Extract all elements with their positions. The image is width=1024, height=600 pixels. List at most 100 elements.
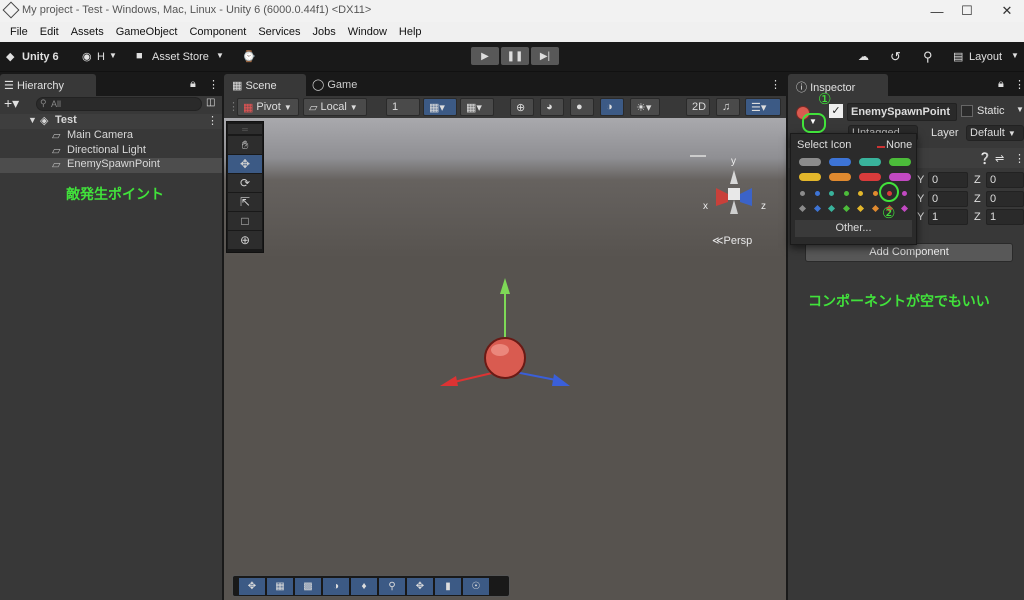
label-icon-option[interactable]	[889, 158, 911, 166]
dot-icon-option[interactable]	[856, 204, 865, 213]
rotation-z-field[interactable]: 0	[986, 191, 1024, 207]
none-option[interactable]: None	[886, 139, 912, 151]
menu-gameobject[interactable]: GameObject	[110, 26, 184, 38]
rect-tool-icon[interactable]: □	[228, 212, 262, 230]
scene-row[interactable]: ▼ ◈ Test ⋮	[0, 114, 222, 129]
scene-more-icon[interactable]: ⋮	[207, 114, 218, 127]
dot-icon-option[interactable]	[798, 204, 807, 213]
scale-y-field[interactable]: 1	[928, 209, 968, 225]
tab-inspector[interactable]: ⓘ Inspector	[788, 74, 888, 96]
grid-toggle-button[interactable]: ▦▾	[423, 98, 457, 116]
preset-icon[interactable]: ⇌	[995, 152, 1004, 165]
position-z-field[interactable]: 0	[986, 172, 1024, 188]
dot-icon-option[interactable]	[798, 189, 807, 198]
step-button[interactable]: ▶|	[531, 47, 559, 65]
hierarchy-item-main-camera[interactable]: ▱ Main Camera	[0, 129, 222, 144]
label-icon-option[interactable]	[799, 158, 821, 166]
pause-button[interactable]: ❚❚	[501, 47, 529, 65]
icon-dropdown-arrow-icon[interactable]: ▼	[809, 117, 817, 126]
center-overlay-icon[interactable]: ✥	[407, 577, 433, 595]
help-icon[interactable]: ❔	[978, 152, 992, 165]
hand-tool-icon[interactable]: ✋︎	[228, 136, 262, 154]
hierarchy-search-input[interactable]: All	[36, 97, 202, 111]
layout-dropdown[interactable]: Layout	[969, 51, 1002, 63]
scene-more-icon[interactable]: ⋮	[770, 78, 781, 91]
scale-z-field[interactable]: 1	[986, 209, 1024, 225]
menu-window[interactable]: Window	[342, 26, 393, 38]
pivot-dropdown[interactable]: ▦ Pivot ▼	[237, 98, 299, 116]
more-menu-icon[interactable]: ⋮	[1014, 78, 1024, 91]
version-control-icon[interactable]: ⌚	[242, 50, 256, 63]
minimize-button[interactable]: —	[920, 0, 954, 22]
label-icon-option[interactable]	[799, 173, 821, 181]
grid-size-field[interactable]: 1	[386, 98, 420, 116]
menu-services[interactable]: Services	[252, 26, 306, 38]
dot-icon-option[interactable]	[827, 189, 836, 198]
snap-toggle-button[interactable]: ▦▾	[460, 98, 494, 116]
grid-overlay-icon[interactable]: ▦	[267, 577, 293, 595]
expand-arrow-icon[interactable]: ▼	[28, 115, 37, 125]
palette-handle-icon[interactable]: ═	[228, 124, 262, 134]
menu-component[interactable]: Component	[183, 26, 252, 38]
menu-help[interactable]: Help	[393, 26, 428, 38]
maximize-button[interactable]: ☐	[950, 0, 984, 22]
search-overlay-icon[interactable]: ⚲	[379, 577, 405, 595]
menu-assets[interactable]: Assets	[65, 26, 110, 38]
static-chevron-icon[interactable]: ▼	[1016, 105, 1024, 114]
dot-icon-option[interactable]	[813, 204, 821, 213]
audio-toggle-icon[interactable]: ♫	[716, 98, 740, 116]
menu-file[interactable]: File	[4, 26, 34, 38]
hierarchy-item-enemy-spawn-point[interactable]: ▱ EnemySpawnPoint	[0, 158, 222, 173]
2d-toggle-icon[interactable]: 2D	[686, 98, 710, 116]
other-icon-button[interactable]: Other...	[795, 220, 912, 237]
close-button[interactable]: ✕	[990, 0, 1024, 22]
dot-icon-option[interactable]	[842, 189, 850, 198]
menu-edit[interactable]: Edit	[34, 26, 65, 38]
dot-icon-option[interactable]	[813, 189, 821, 198]
account-button[interactable]: H	[97, 51, 105, 63]
scale-tool-icon[interactable]: ⇱	[228, 193, 262, 211]
add-component-button[interactable]: Add Component	[805, 243, 1013, 262]
dot-icon-option[interactable]	[900, 189, 908, 198]
label-icon-option[interactable]	[829, 158, 851, 166]
dot-icon-option[interactable]	[871, 189, 879, 198]
camera-overlay-icon[interactable]: ▮	[435, 577, 461, 595]
label-icon-option[interactable]	[889, 173, 911, 181]
draw-mode-icon[interactable]: ⊕	[510, 98, 534, 116]
transform-tool-icon[interactable]: ⊕	[228, 231, 262, 249]
label-icon-option[interactable]	[859, 173, 881, 181]
menu-jobs[interactable]: Jobs	[307, 26, 342, 38]
object-name-field[interactable]: EnemySpawnPoint	[847, 103, 957, 121]
rotation-y-field[interactable]: 0	[928, 191, 968, 207]
lighting-toggle-icon[interactable]: ☀▾	[630, 98, 660, 116]
more-menu-icon[interactable]: ⋮	[208, 78, 219, 91]
lit-shaded-icon[interactable]: ◑	[600, 98, 624, 116]
history-icon[interactable]: ↺	[890, 49, 901, 65]
tab-game[interactable]: ◯ Game	[312, 78, 357, 91]
dot-icon-option[interactable]	[842, 204, 850, 213]
rotate-tool-icon[interactable]: ⟳	[228, 174, 262, 192]
account-icon[interactable]: ◉	[82, 50, 92, 63]
move-overlay-icon[interactable]: ✥	[239, 577, 265, 595]
label-icon-option[interactable]	[829, 173, 851, 181]
search-options-icon[interactable]: ◫	[206, 97, 215, 108]
tab-hierarchy[interactable]: ☰ Hierarchy	[0, 74, 96, 96]
shading-overlay-icon[interactable]: ◑	[323, 577, 349, 595]
asset-store-button[interactable]: Asset Store	[152, 51, 209, 63]
dot-icon-option[interactable]	[871, 204, 879, 213]
play-button[interactable]: ▶	[471, 47, 499, 65]
shaded-icon[interactable]: ●	[570, 98, 594, 116]
layers-toggle-icon[interactable]: ☰▾	[745, 98, 781, 116]
layers-overlay-icon[interactable]: ♦	[351, 577, 377, 595]
orientation-gizmo[interactable]: y x z	[690, 150, 780, 230]
lock-icon[interactable]: 🔒︎	[998, 78, 1004, 91]
component-more-icon[interactable]: ⋮	[1014, 152, 1024, 165]
search-icon[interactable]: ⚲	[923, 49, 933, 65]
dot-icon-option[interactable]	[856, 189, 865, 198]
label-icon-option[interactable]	[859, 158, 881, 166]
move-gizmo[interactable]	[420, 270, 590, 400]
dot-icon-option[interactable]	[827, 204, 836, 213]
snap-overlay-icon[interactable]: ▩	[295, 577, 321, 595]
add-object-button[interactable]: +▾	[4, 96, 19, 110]
gizmos-overlay-icon[interactable]: ☉	[463, 577, 489, 595]
